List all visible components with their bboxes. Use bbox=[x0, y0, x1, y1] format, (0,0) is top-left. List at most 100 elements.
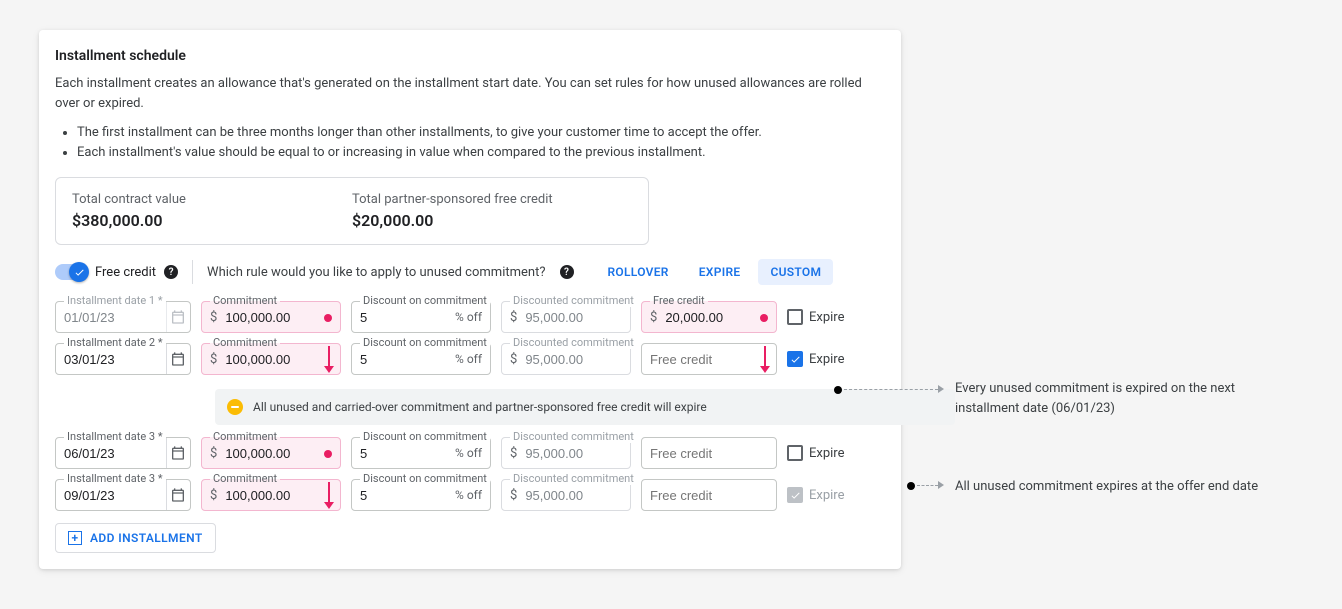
currency-prefix: $ bbox=[202, 488, 217, 503]
calendar-icon[interactable] bbox=[166, 344, 190, 374]
check-icon bbox=[69, 262, 89, 282]
commitment-field[interactable]: Commitment $ bbox=[201, 343, 341, 375]
date-input bbox=[56, 310, 166, 325]
field-label: Discounted commitment bbox=[510, 294, 637, 307]
discounted-commitment-field: Discounted commitment $ bbox=[501, 437, 631, 469]
arrow-right-icon bbox=[938, 481, 944, 489]
free-credit-field[interactable] bbox=[641, 479, 777, 511]
discount-input[interactable] bbox=[352, 352, 455, 367]
free-credit-input[interactable] bbox=[642, 352, 776, 367]
currency-prefix: $ bbox=[502, 446, 517, 461]
add-installment-button[interactable]: + ADD INSTALLMENT bbox=[55, 523, 216, 553]
expire-checkbox[interactable] bbox=[787, 309, 803, 325]
rule-custom-button[interactable]: CUSTOM bbox=[758, 259, 833, 285]
field-label: Commitment bbox=[210, 294, 280, 307]
unit-suffix: % off bbox=[455, 310, 490, 324]
commitment-input[interactable] bbox=[217, 446, 340, 461]
discount-input[interactable] bbox=[352, 446, 455, 461]
currency-prefix: $ bbox=[202, 446, 217, 461]
field-label: Discounted commitment bbox=[510, 430, 637, 443]
expire-banner: All unused and carried-over commitment a… bbox=[215, 389, 955, 425]
banner-text: All unused and carried-over commitment a… bbox=[253, 400, 707, 414]
intro-text: Each installment creates an allowance th… bbox=[55, 74, 885, 113]
help-icon[interactable]: ? bbox=[164, 265, 178, 279]
field-label: Installment date 2 * bbox=[64, 336, 166, 349]
help-icon[interactable]: ? bbox=[560, 265, 574, 279]
rule-item: Each installment's value should be equal… bbox=[77, 143, 885, 163]
expire-label: Expire bbox=[809, 352, 844, 367]
field-label: Commitment bbox=[210, 336, 280, 349]
installment-date-field[interactable]: Installment date 2 * bbox=[55, 343, 191, 375]
commitment-field[interactable]: Commitment $ bbox=[201, 437, 341, 469]
discounted-value bbox=[517, 310, 630, 325]
field-label: Discount on commitment bbox=[360, 472, 490, 485]
commitment-field[interactable]: Commitment $ bbox=[201, 479, 341, 511]
installment-date-field[interactable]: Installment date 3 * bbox=[55, 479, 191, 511]
field-label: Commitment bbox=[210, 472, 280, 485]
field-label: Discount on commitment bbox=[360, 430, 490, 443]
expire-control: Expire bbox=[787, 351, 844, 367]
discount-field[interactable]: Discount on commitment % off bbox=[351, 437, 491, 469]
summary-contract-label: Total contract value bbox=[72, 192, 352, 207]
commitment-field[interactable]: Commitment $ bbox=[201, 301, 341, 333]
installment-schedule-card: Installment schedule Each installment cr… bbox=[39, 30, 901, 569]
summary-credit-value: $20,000.00 bbox=[352, 211, 632, 230]
rule-bar: Free credit ? Which rule would you like … bbox=[55, 259, 885, 285]
field-label: Discounted commitment bbox=[510, 336, 637, 349]
minus-circle-icon bbox=[227, 399, 243, 415]
summary-contract-value: $380,000.00 bbox=[72, 211, 352, 230]
installment-rows: Installment date 1 * Commitment $ Discou… bbox=[55, 301, 885, 511]
summary-credit: Total partner-sponsored free credit $20,… bbox=[352, 192, 632, 230]
currency-prefix: $ bbox=[202, 310, 217, 325]
free-credit-input[interactable] bbox=[642, 488, 776, 503]
date-input[interactable] bbox=[56, 352, 166, 367]
expire-checkbox[interactable] bbox=[787, 445, 803, 461]
annotation-text: Every unused commitment is expired on th… bbox=[955, 379, 1315, 418]
discounted-commitment-field: Discounted commitment $ bbox=[501, 301, 631, 333]
free-credit-input[interactable] bbox=[657, 310, 776, 325]
field-label: Commitment bbox=[210, 430, 280, 443]
arrow-down-icon bbox=[322, 346, 336, 374]
discount-field[interactable]: Discount on commitment % off bbox=[351, 343, 491, 375]
discount-field[interactable]: Discount on commitment % off bbox=[351, 479, 491, 511]
annotation-dot-icon bbox=[907, 482, 915, 490]
field-label: Installment date 1 * bbox=[64, 294, 166, 307]
free-credit-field[interactable]: Free credit $ bbox=[641, 301, 777, 333]
discount-input[interactable] bbox=[352, 488, 455, 503]
unit-suffix: % off bbox=[455, 488, 490, 502]
summary-box: Total contract value $380,000.00 Total p… bbox=[55, 177, 649, 245]
field-label: Discounted commitment bbox=[510, 472, 637, 485]
date-input[interactable] bbox=[56, 446, 166, 461]
discount-field[interactable]: Discount on commitment % off bbox=[351, 301, 491, 333]
expire-label: Expire bbox=[809, 488, 844, 503]
installment-date-field: Installment date 1 * bbox=[55, 301, 191, 333]
calendar-icon[interactable] bbox=[166, 438, 190, 468]
free-credit-toggle-label: Free credit bbox=[95, 265, 156, 280]
date-input[interactable] bbox=[56, 488, 166, 503]
field-label: Discount on commitment bbox=[360, 294, 490, 307]
discount-input[interactable] bbox=[352, 310, 455, 325]
free-credit-field[interactable] bbox=[641, 343, 777, 375]
rule-question: Which rule would you like to apply to un… bbox=[207, 265, 545, 280]
installment-row: Installment date 1 * Commitment $ Discou… bbox=[55, 301, 885, 333]
unit-suffix: % off bbox=[455, 352, 490, 366]
installment-date-field[interactable]: Installment date 3 * bbox=[55, 437, 191, 469]
currency-prefix: $ bbox=[642, 310, 657, 325]
rule-expire-button[interactable]: EXPIRE bbox=[687, 259, 753, 285]
discounted-commitment-field: Discounted commitment $ bbox=[501, 343, 631, 375]
free-credit-field[interactable] bbox=[641, 437, 777, 469]
calendar-icon[interactable] bbox=[166, 480, 190, 510]
add-installment-label: ADD INSTALLMENT bbox=[90, 531, 203, 545]
free-credit-toggle-wrap: Free credit ? bbox=[55, 264, 178, 280]
currency-prefix: $ bbox=[202, 352, 217, 367]
field-label: Free credit bbox=[650, 294, 708, 307]
expire-control: Expire bbox=[787, 445, 844, 461]
free-credit-toggle[interactable] bbox=[55, 264, 87, 280]
installment-row: Installment date 3 * Commitment $ Discou… bbox=[55, 437, 885, 469]
commitment-input[interactable] bbox=[217, 310, 340, 325]
unit-suffix: % off bbox=[455, 446, 490, 460]
expire-checkbox[interactable] bbox=[787, 351, 803, 367]
rule-rollover-button[interactable]: ROLLOVER bbox=[596, 259, 681, 285]
free-credit-input[interactable] bbox=[642, 446, 776, 461]
page-title: Installment schedule bbox=[55, 48, 885, 64]
